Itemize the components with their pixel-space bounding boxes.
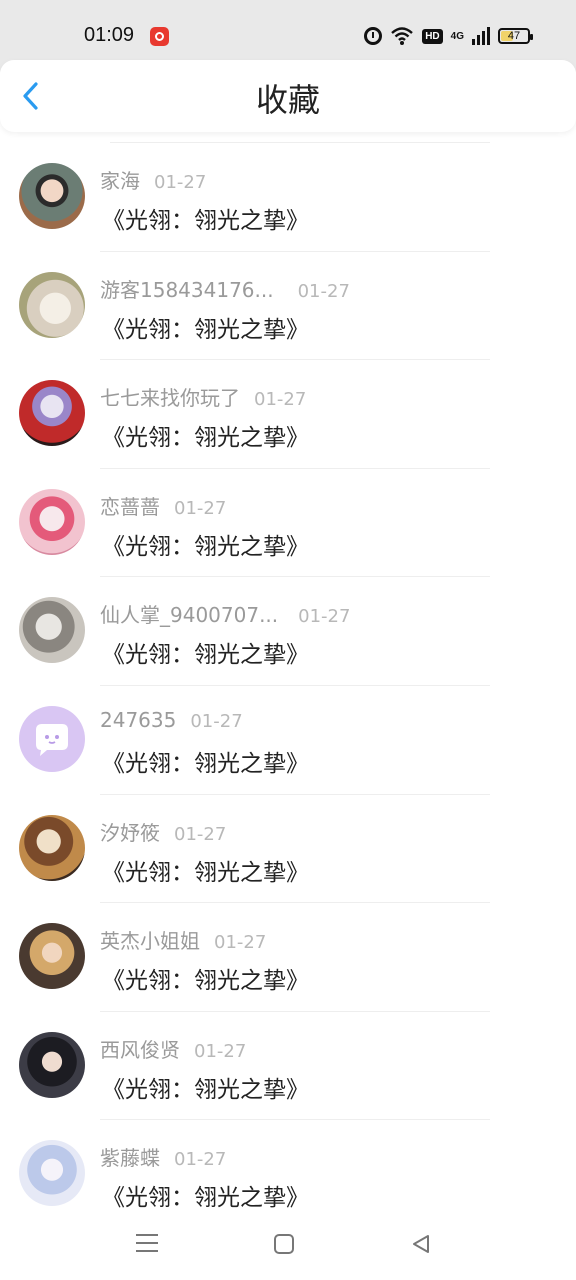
page-title: 收藏: [255, 81, 320, 119]
battery-icon: 47: [498, 28, 533, 44]
favorites-list: 家海 01-27 《光翎：翎光之挚》 游客158434176... 01-27 《光…: [0, 143, 576, 1229]
item-date: 01-27: [194, 1040, 247, 1062]
item-date: 01-27: [174, 497, 227, 519]
list-item[interactable]: 247635 01-27 《光翎：翎光之挚》: [0, 686, 576, 795]
avatar[interactable]: [19, 923, 85, 990]
list-item[interactable]: 汐妤筱 01-27 《光翎：翎光之挚》: [0, 795, 576, 904]
avatar[interactable]: [19, 814, 85, 881]
network-type: 4G: [450, 30, 464, 42]
avatar[interactable]: [19, 705, 85, 772]
username: 仙人掌_9400707... 01-27: [100, 603, 351, 628]
item-date: 01-27: [254, 389, 307, 411]
list-item[interactable]: 英杰小姐姐 01-27 《光翎：翎光之挚》: [0, 903, 576, 1012]
username: 七七来找你玩了 01-27: [100, 386, 307, 411]
avatar[interactable]: [19, 597, 85, 664]
item-date: 01-27: [154, 172, 207, 193]
item-date: 01-27: [298, 606, 351, 628]
item-date: 01-27: [174, 823, 227, 845]
item-date: 01-27: [214, 932, 267, 954]
list-item[interactable]: 游客158434176... 01-27 《光翎：翎光之挚》: [0, 252, 576, 361]
avatar[interactable]: [19, 380, 85, 447]
menu-icon[interactable]: [136, 1234, 158, 1254]
list-item[interactable]: 恋蔷蔷 01-27 《光翎：翎光之挚》: [0, 469, 576, 578]
list-item[interactable]: 七七来找你玩了 01-27 《光翎：翎光之挚》: [0, 360, 576, 469]
avatar[interactable]: [19, 271, 85, 338]
item-title: 《光翎：翎光之挚》: [102, 425, 309, 452]
alarm-icon: [364, 27, 383, 45]
username: 247635 01-27: [100, 707, 243, 732]
item-title: 《光翎：翎光之挚》: [102, 1076, 309, 1103]
signal-icon: [472, 27, 490, 45]
list-item[interactable]: 西风俊贤 01-27 《光翎：翎光之挚》: [0, 1012, 576, 1121]
system-nav-bar: [0, 1214, 576, 1280]
avatar[interactable]: [19, 488, 85, 555]
item-title: 《光翎：翎光之挚》: [102, 208, 309, 234]
back-triangle-icon[interactable]: [410, 1233, 432, 1255]
status-icons: HD 4G 47: [364, 25, 533, 47]
item-date: 01-27: [174, 1149, 227, 1171]
username: 汐妤筱 01-27: [100, 820, 227, 845]
header-bar: 收藏: [0, 60, 576, 132]
avatar[interactable]: [19, 1140, 85, 1207]
item-date: 01-27: [190, 710, 243, 732]
item-title: 《光翎：翎光之挚》: [102, 750, 309, 777]
status-time: 01:09: [84, 24, 135, 46]
username: 西风俊贤 01-27: [100, 1037, 247, 1062]
avatar[interactable]: [19, 163, 85, 229]
username: 紫藤蝶 01-27: [100, 1146, 227, 1171]
list-item[interactable]: 家海 01-27 《光翎：翎光之挚》: [0, 143, 576, 252]
username: 恋蔷蔷 01-27: [100, 494, 227, 519]
item-date: 01-27: [297, 280, 350, 302]
item-title: 《光翎：翎光之挚》: [102, 316, 309, 343]
username: 游客158434176... 01-27: [100, 277, 350, 302]
item-title: 《光翎：翎光之挚》: [102, 859, 309, 886]
battery-percent: 47: [507, 30, 521, 42]
hd-badge: HD: [422, 28, 443, 44]
username: 英杰小姐姐 01-27: [100, 929, 267, 954]
app-notification-icon: [150, 27, 169, 46]
list-item[interactable]: 紫藤蝶 01-27 《光翎：翎光之挚》: [0, 1120, 576, 1229]
item-title: 《光翎：翎光之挚》: [102, 1185, 309, 1212]
item-title: 《光翎：翎光之挚》: [102, 642, 309, 669]
list-item[interactable]: 仙人掌_9400707... 01-27 《光翎：翎光之挚》: [0, 577, 576, 686]
home-icon[interactable]: [274, 1234, 294, 1254]
item-title: 《光翎：翎光之挚》: [102, 533, 309, 560]
username: 家海 01-27: [100, 169, 207, 193]
wifi-icon: [391, 27, 414, 45]
item-title: 《光翎：翎光之挚》: [102, 968, 309, 995]
chat-bubble-icon: [36, 723, 68, 756]
avatar[interactable]: [19, 1031, 85, 1098]
